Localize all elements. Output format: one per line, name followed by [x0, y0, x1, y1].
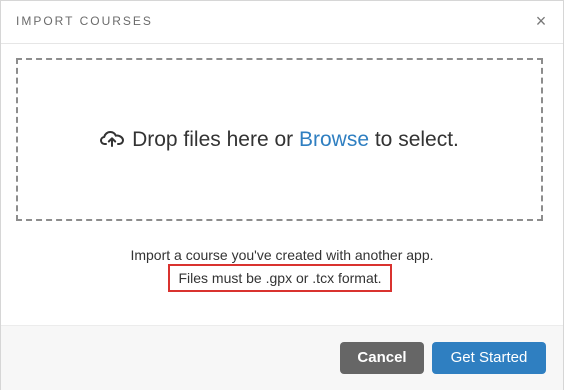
- cloud-upload-icon: [100, 131, 125, 147]
- drop-text-before: Drop files here or: [132, 128, 299, 151]
- format-note: Files must be .gpx or .tcx format.: [168, 264, 392, 292]
- cancel-button[interactable]: Cancel: [340, 342, 424, 374]
- import-description: Import a course you've created with anot…: [130, 247, 434, 263]
- import-courses-dialog: IMPORT COURSES × Drop files here or Brow…: [0, 0, 564, 390]
- drop-text-after: to select.: [369, 128, 459, 151]
- file-drop-zone[interactable]: Drop files here or Browse to select.: [16, 58, 543, 221]
- dialog-footer: Cancel Get Started: [1, 325, 563, 390]
- dialog-header: IMPORT COURSES ×: [1, 1, 563, 44]
- close-icon[interactable]: ×: [531, 10, 551, 32]
- drop-instructions: Drop files here or Browse to select.: [18, 128, 541, 152]
- dialog-title: IMPORT COURSES: [16, 14, 153, 28]
- browse-link[interactable]: Browse: [299, 128, 369, 151]
- get-started-button[interactable]: Get Started: [432, 342, 546, 374]
